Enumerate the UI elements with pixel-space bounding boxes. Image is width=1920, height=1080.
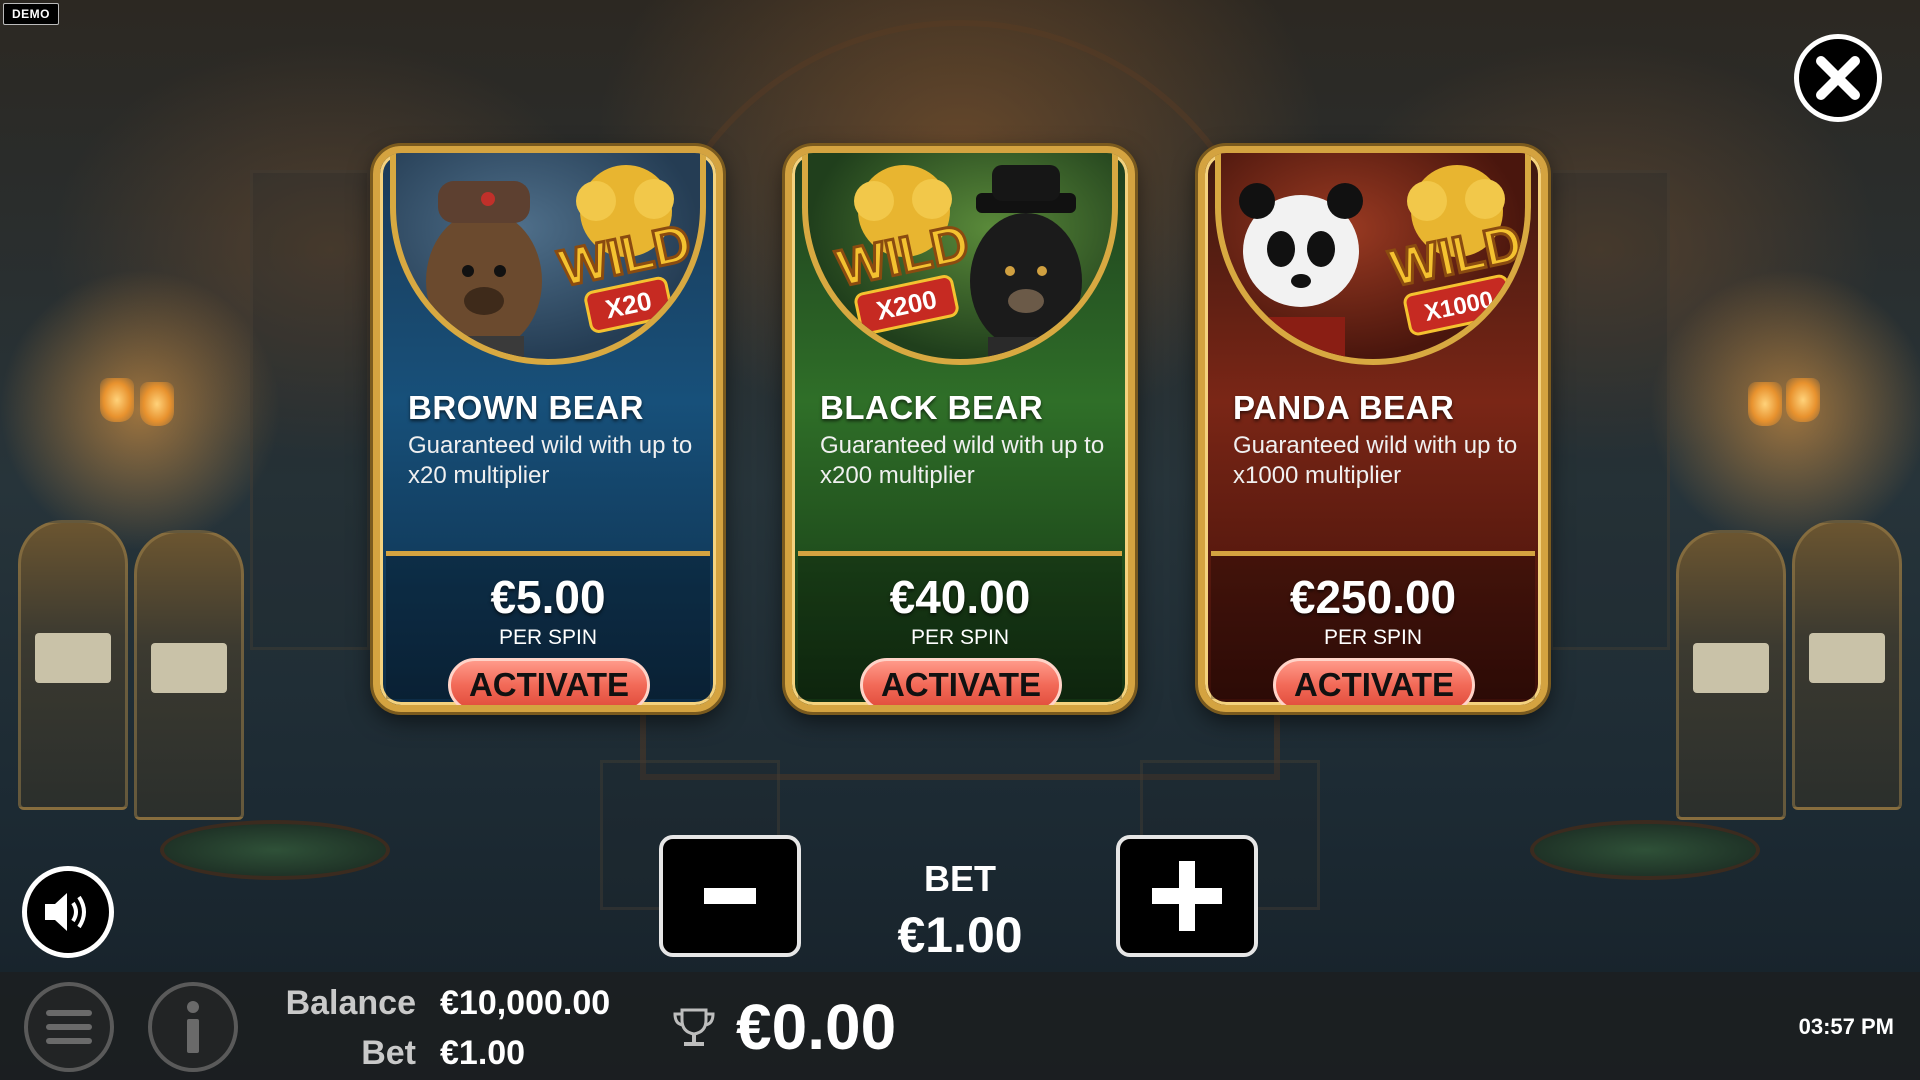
activate-button[interactable]: ACTIVATE — [860, 658, 1062, 705]
info-icon — [187, 1001, 199, 1053]
price-per-spin: €5.00 — [490, 571, 606, 623]
bear-wild-illustration: WILD X1000 — [1239, 165, 1525, 359]
bear-wild-illustration: WILD X200 — [830, 165, 1082, 359]
speaker-icon — [45, 893, 86, 931]
card-description: Guaranteed wild with up to x1000 multipl… — [1233, 432, 1518, 489]
wall-lamp-icon — [1786, 378, 1820, 422]
black-bear-icon — [970, 213, 1082, 349]
wall-lamp-icon — [1748, 382, 1782, 426]
plus-icon — [1152, 861, 1222, 931]
menu-button[interactable] — [24, 982, 114, 1072]
per-spin-label: PER SPIN — [498, 626, 598, 649]
trophy-icon — [673, 1008, 715, 1046]
price-per-spin: €40.00 — [889, 571, 1031, 623]
card-title: BLACK BEAR — [820, 389, 1044, 426]
slot-machine-decoration — [1676, 530, 1786, 820]
bet-label: BET — [924, 858, 996, 899]
feature-card-black-bear: WILD X200 BLACK BEAR Guaranteed wild wit… — [785, 146, 1135, 712]
slot-machine-decoration — [1792, 520, 1902, 810]
close-icon — [1816, 56, 1860, 100]
activate-button[interactable]: ACTIVATE — [448, 658, 650, 705]
wall-lamp-icon — [140, 382, 174, 426]
per-spin-label: PER SPIN — [1323, 626, 1423, 649]
footer-bet-value: €1.00 — [440, 1034, 526, 1072]
card-title: BROWN BEAR — [408, 389, 644, 426]
medal-illustration: WILD X200 — [802, 153, 1118, 365]
brown-bear-icon — [426, 211, 542, 351]
feature-card-brown-bear: WILD X20 BROWN BEAR Guaranteed wild with… — [373, 146, 723, 712]
demo-badge: DEMO — [3, 3, 59, 25]
slot-machine-decoration — [134, 530, 244, 820]
casino-table-decoration — [160, 820, 390, 880]
wall-lamp-icon — [100, 378, 134, 422]
game-stage: DEMO WILD X20 BROWN BEAR Guaranteed wild… — [0, 0, 1920, 1080]
info-button[interactable] — [148, 982, 238, 1072]
price-per-spin: €250.00 — [1289, 571, 1457, 623]
card-description: Guaranteed wild with up to x20 multiplie… — [408, 432, 693, 489]
price-area: €250.00 PER SPIN ACTIVATE — [1211, 551, 1535, 705]
hamburger-menu-icon — [46, 1010, 92, 1044]
wall-panel-decoration — [1550, 170, 1670, 650]
slot-machine-decoration — [18, 520, 128, 810]
card-description: Guaranteed wild with up to x200 multipli… — [820, 432, 1105, 489]
card-title: PANDA BEAR — [1233, 389, 1455, 426]
bet-value: €1.00 — [897, 907, 1023, 963]
bet-increase-button[interactable] — [1116, 835, 1258, 957]
balance-label: Balance — [285, 984, 416, 1022]
sound-toggle-button[interactable] — [22, 866, 114, 958]
bet-decrease-button[interactable] — [659, 835, 801, 957]
medal-illustration: WILD X1000 — [1215, 153, 1531, 365]
casino-table-decoration — [1530, 820, 1760, 880]
bear-wild-illustration: WILD X20 — [426, 165, 697, 359]
price-area: €40.00 PER SPIN ACTIVATE — [798, 551, 1122, 705]
clock: 03:57 PM — [1798, 1014, 1894, 1039]
close-button[interactable] — [1794, 34, 1882, 122]
medal-illustration: WILD X20 — [390, 153, 706, 365]
activate-button[interactable]: ACTIVATE — [1273, 658, 1475, 705]
wall-panel-decoration — [250, 170, 370, 650]
minus-icon — [704, 888, 756, 904]
win-amount: €0.00 — [736, 991, 897, 1063]
balance-value: €10,000.00 — [440, 984, 611, 1022]
footer-bet-label: Bet — [361, 1034, 416, 1072]
feature-card-panda-bear: WILD X1000 PANDA BEAR Guaranteed wild wi… — [1198, 146, 1548, 712]
per-spin-label: PER SPIN — [910, 626, 1010, 649]
price-area: €5.00 PER SPIN ACTIVATE — [386, 551, 710, 705]
